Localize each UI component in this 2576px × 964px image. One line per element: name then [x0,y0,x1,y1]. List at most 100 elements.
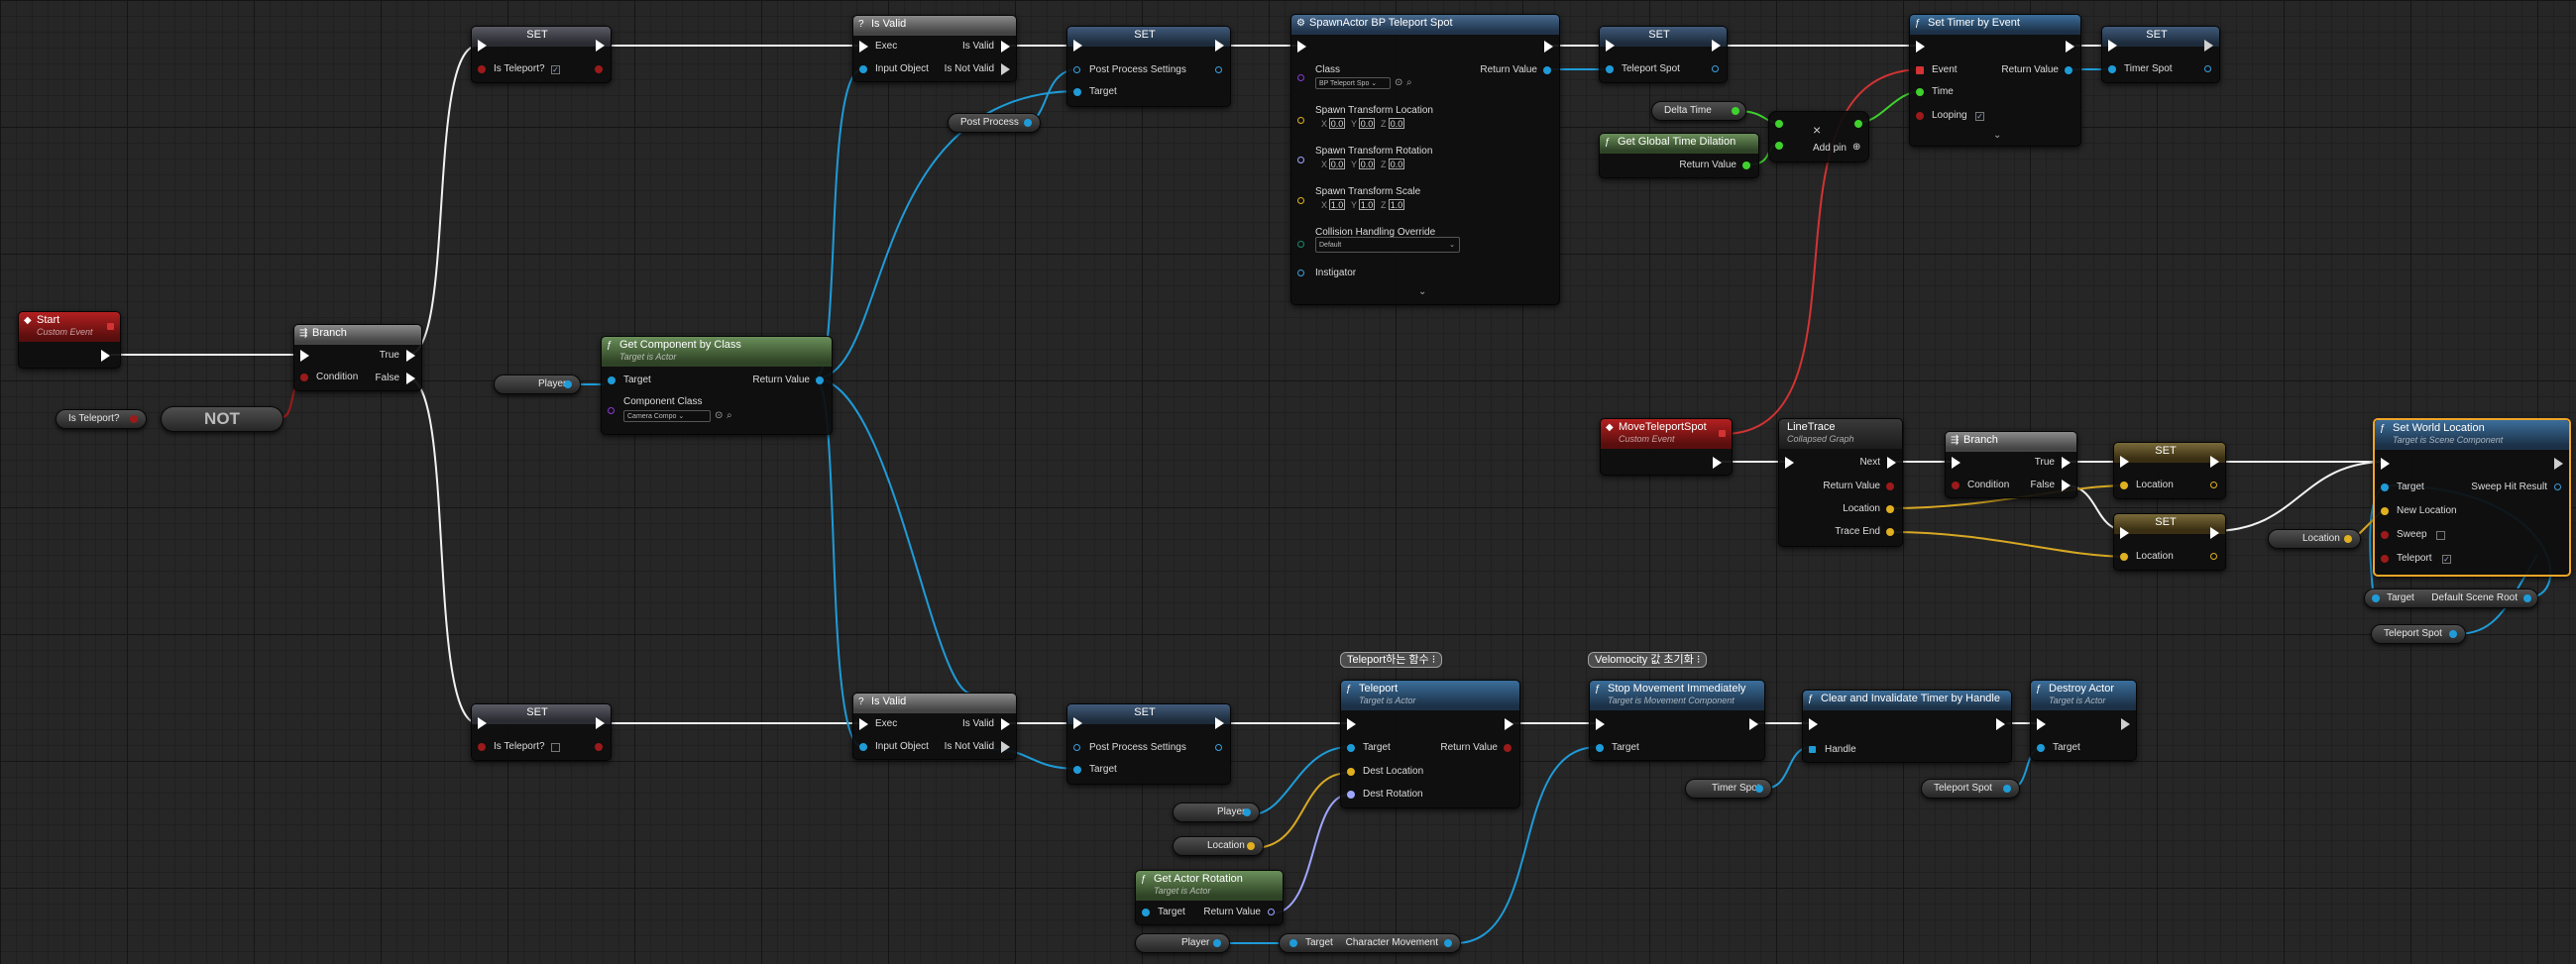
exec-in-pin[interactable] [2037,718,2046,730]
set-timer-spot-node[interactable]: SET Timer Spot [2101,26,2220,83]
exec-in-pin[interactable] [2381,458,2390,470]
multiply-node[interactable]: × Add pin ⊕ [1768,111,1869,162]
get-global-time-dilation-node[interactable]: ƒ Get Global Time Dilation Return Value [1599,133,1759,178]
is-teleport-checkbox[interactable] [551,743,560,752]
component-class-pin[interactable] [608,407,615,414]
set-is-teleport-true-node[interactable]: SET Is Teleport? ✓ [471,26,612,83]
chevron-down-icon[interactable]: ⌄ [1418,286,1426,297]
sweep-pin[interactable] [2381,531,2389,539]
looping-pin[interactable] [1916,112,1924,120]
is-valid-node-top[interactable]: ? Is Valid Exec Is Valid Input Object Is … [852,15,1017,82]
return-value-pin[interactable] [1268,909,1275,915]
target-pin[interactable] [1073,88,1081,96]
default-scene-root-node[interactable]: Target Default Scene Root [2364,589,2538,608]
exec-in-pin[interactable] [478,40,487,52]
get-component-by-class-node[interactable]: ƒ Get Component by Class Target is Actor T… [601,336,833,435]
is-not-valid-exec-pin[interactable] [1001,741,1010,753]
struct-out-pin[interactable] [1247,842,1255,850]
exec-in-pin[interactable] [859,718,868,730]
exec-in-pin[interactable] [300,350,309,362]
teleport-spot-pin[interactable] [1606,65,1614,73]
post-process-settings-pin[interactable] [1073,66,1080,73]
teleport-node[interactable]: ƒ Teleport Target is Actor Target Return V… [1340,680,1520,808]
struct-out-pin[interactable] [2344,535,2352,543]
branch-node-mid[interactable]: ⇶ Branch True Condition False [1945,431,2077,498]
exec-out-pin[interactable] [1505,718,1513,730]
location-pin[interactable] [1886,505,1894,513]
bool-in-pin[interactable] [478,65,486,73]
object-out-pin[interactable] [1213,939,1221,947]
handle-pin[interactable] [1809,746,1816,753]
location-z-field[interactable]: 0.0 [1389,118,1404,129]
collision-override-pin[interactable] [1297,241,1304,248]
chevron-down-icon[interactable]: ⌄ [1993,130,2001,141]
target-pin[interactable] [2037,744,2045,752]
spawn-location-pin[interactable] [1297,117,1304,124]
teleport-spot-getter-right[interactable]: Teleport Spot [2371,624,2466,644]
condition-pin[interactable] [300,374,308,381]
sweep-hit-pin[interactable] [2554,483,2561,490]
new-location-pin[interactable] [2381,507,2389,515]
trace-end-pin[interactable] [1886,528,1894,536]
exec-out-pin[interactable] [596,40,605,52]
add-pin-label[interactable]: Add pin [1813,143,1847,155]
collision-override-dropdown[interactable]: Default ⌄ [1315,237,1460,253]
teleport-spot-getter-destroy[interactable]: Teleport Spot [1921,779,2020,799]
return-value-pin[interactable] [1742,161,1750,169]
sweep-checkbox[interactable] [2436,531,2445,540]
exec-out-pin[interactable] [2204,40,2213,52]
search-icon[interactable]: ⌕ [1406,77,1412,88]
exec-in-pin[interactable] [2108,40,2117,52]
timer-spot-pin[interactable] [2108,65,2116,73]
target-pin[interactable] [1347,744,1355,752]
object-out-pin[interactable] [1024,119,1032,127]
stop-movement-node[interactable]: ƒ Stop Movement Immediately Target is Move… [1589,680,1765,761]
spawn-actor-node[interactable]: ⚙ SpawnActor BP Teleport Spot Class BP Te… [1290,14,1560,305]
exec-in-pin[interactable] [1952,457,1960,469]
destroy-actor-node[interactable]: ƒ Destroy Actor Target is Actor Target [2030,680,2137,761]
time-pin[interactable] [1916,88,1924,96]
target-pin[interactable] [2372,594,2380,602]
teleport-pin[interactable] [2381,555,2389,563]
set-world-location-node[interactable]: ƒ Set World Location Target is Scene Compo… [2373,418,2571,577]
set-timer-by-event-node[interactable]: ƒ Set Timer by Event Event Return Value T… [1909,14,2081,147]
float-in-pin-b[interactable] [1775,142,1783,150]
class-pin[interactable] [1297,74,1304,81]
not-node[interactable]: NOT [161,406,283,432]
exec-in-pin[interactable] [1596,718,1605,730]
location-getter-teleport[interactable]: Location [1173,836,1264,856]
return-value-pin[interactable] [2065,66,2072,74]
scale-x-field[interactable]: 1.0 [1329,199,1345,210]
exec-out-pin[interactable] [2066,41,2074,53]
return-value-pin[interactable] [1504,744,1512,752]
target-pin[interactable] [1596,744,1604,752]
exec-out-pin[interactable] [1712,40,1721,52]
exec-out-pin[interactable] [2121,718,2130,730]
exec-in-pin[interactable] [1606,40,1615,52]
exec-in-pin[interactable] [2120,456,2129,468]
set-location-node-2[interactable]: SET Location [2113,513,2226,571]
location-getter-right[interactable]: Location [2268,529,2361,549]
object-out-pin[interactable] [1444,939,1452,947]
player-getter-component[interactable]: Player [494,375,581,394]
object-out-pin[interactable] [2003,785,2011,793]
scale-y-field[interactable]: 1.0 [1359,199,1375,210]
component-class-dropdown[interactable]: Camera Compo ⌄ [623,410,711,422]
location-out-pin[interactable] [2210,553,2217,560]
post-process-settings-pin[interactable] [1073,744,1080,751]
post-process-getter[interactable]: Post Process [948,113,1041,133]
set-teleport-spot-node[interactable]: SET Teleport Spot [1599,26,1728,83]
set-is-teleport-false-node[interactable]: SET Is Teleport? [471,703,612,761]
target-pin[interactable] [1073,766,1081,774]
set-location-node-1[interactable]: SET Location [2113,442,2226,499]
scale-z-field[interactable]: 1.0 [1389,199,1404,210]
condition-pin[interactable] [1952,482,1960,489]
is-teleport-checkbox[interactable]: ✓ [551,65,560,74]
line-trace-collapsed-node[interactable]: LineTrace Collapsed Graph Next Return Val… [1778,418,1903,547]
character-movement-node[interactable]: Target Character Movement [1279,933,1461,953]
object-out-pin[interactable] [1755,785,1763,793]
exec-out-pin[interactable] [1215,717,1224,729]
exec-in-pin[interactable] [1073,40,1082,52]
rotation-x-field[interactable]: 0.0 [1329,159,1345,169]
exec-out-pin[interactable] [1215,40,1224,52]
